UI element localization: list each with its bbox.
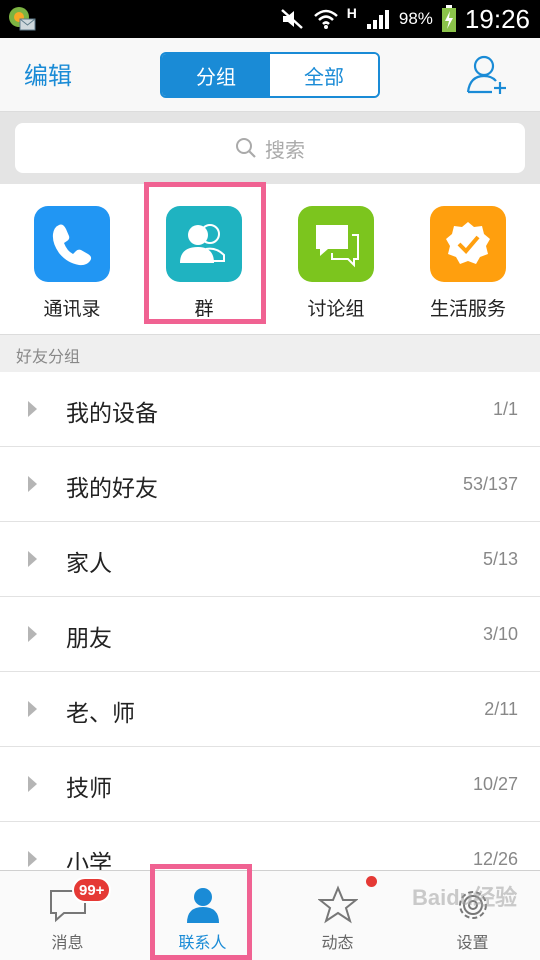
battery-percent: 98% bbox=[398, 9, 433, 28]
tab-messages[interactable]: 消息 99+ bbox=[0, 871, 135, 960]
quick-entries: 通讯录 群 讨论组 生活服务 bbox=[0, 182, 540, 334]
group-name: 家人 bbox=[66, 551, 112, 577]
group-count: 12/26 bbox=[472, 849, 518, 869]
group-name: 我的设备 bbox=[66, 401, 158, 427]
add-contact-button[interactable] bbox=[466, 54, 510, 96]
list-item[interactable]: 朋友 3/10 bbox=[0, 597, 540, 672]
group-count: 3/10 bbox=[482, 624, 518, 644]
group-count: 53/137 bbox=[462, 474, 518, 494]
clock: 19:26 bbox=[464, 3, 530, 34]
list-item[interactable]: 家人 5/13 bbox=[0, 522, 540, 597]
segment-all[interactable]: 全部 bbox=[270, 54, 378, 96]
network-type: H bbox=[346, 5, 357, 21]
view-segmented-control: 分组 全部 bbox=[160, 52, 380, 98]
list-item[interactable]: 老、师 2/11 bbox=[0, 672, 540, 747]
expand-arrow-icon bbox=[28, 551, 37, 567]
highlight-contacts-tab bbox=[150, 864, 252, 960]
entry-discussions-label: 讨论组 bbox=[307, 298, 365, 320]
unread-badge: 99+ bbox=[72, 877, 112, 903]
group-name: 我的好友 bbox=[66, 476, 158, 502]
badge-check-icon bbox=[430, 206, 506, 282]
list-item[interactable]: 我的好友 53/137 bbox=[0, 447, 540, 522]
list-item[interactable]: 我的设备 1/1 bbox=[0, 372, 540, 447]
highlight-groups-entry bbox=[144, 182, 266, 324]
search-placeholder: 搜索 bbox=[265, 137, 305, 162]
mute-icon bbox=[280, 9, 303, 29]
signal-icon bbox=[366, 10, 389, 29]
new-moments-dot bbox=[366, 876, 377, 887]
search-icon bbox=[236, 138, 256, 158]
entry-life-services[interactable]: 生活服务 bbox=[408, 206, 528, 321]
section-title: 好友分组 bbox=[16, 347, 81, 366]
expand-arrow-icon bbox=[28, 701, 37, 717]
group-count: 5/13 bbox=[482, 549, 518, 569]
group-count: 2/11 bbox=[484, 699, 518, 719]
wifi-icon bbox=[313, 9, 338, 29]
group-name: 老、师 bbox=[66, 701, 135, 727]
group-count: 10/27 bbox=[472, 774, 518, 794]
app-notification-icon bbox=[9, 7, 36, 31]
group-name: 技师 bbox=[66, 776, 112, 802]
expand-arrow-icon bbox=[28, 851, 37, 867]
add-user-icon bbox=[466, 55, 506, 94]
phone-icon bbox=[34, 206, 110, 282]
list-item[interactable]: 小学 12/26 bbox=[0, 822, 540, 870]
entry-contacts[interactable]: 通讯录 bbox=[12, 206, 132, 321]
search-bar: 搜索 bbox=[0, 112, 540, 184]
expand-arrow-icon bbox=[28, 476, 37, 492]
tab-moments-label: 动态 bbox=[321, 933, 354, 952]
top-bar: 编辑 分组 全部 bbox=[0, 38, 540, 112]
chat-bubbles-icon bbox=[298, 206, 374, 282]
watermark: Baidu经验 bbox=[412, 885, 518, 910]
segment-groups[interactable]: 分组 bbox=[162, 54, 270, 96]
section-header: 好友分组 bbox=[0, 334, 540, 372]
entry-discussions[interactable]: 讨论组 bbox=[276, 206, 396, 321]
group-name: 小学 bbox=[66, 851, 112, 870]
group-count: 1/1 bbox=[492, 399, 518, 419]
group-name: 朋友 bbox=[66, 626, 112, 652]
tab-moments[interactable]: 动态 bbox=[270, 871, 405, 960]
expand-arrow-icon bbox=[28, 401, 37, 417]
entry-life-services-label: 生活服务 bbox=[429, 298, 506, 320]
battery-icon bbox=[441, 5, 456, 32]
edit-button[interactable]: 编辑 bbox=[24, 56, 72, 91]
friend-group-list: 我的设备 1/1 我的好友 53/137 家人 5/13 朋友 3/10 老、师… bbox=[0, 372, 540, 870]
tab-settings-label: 设置 bbox=[456, 933, 489, 952]
star-icon bbox=[317, 885, 358, 924]
list-item[interactable]: 技师 10/27 bbox=[0, 747, 540, 822]
search-input[interactable]: 搜索 bbox=[15, 123, 525, 173]
status-bar: H 98% 19:26 bbox=[0, 0, 540, 38]
expand-arrow-icon bbox=[28, 776, 37, 792]
tab-messages-label: 消息 bbox=[51, 933, 84, 952]
expand-arrow-icon bbox=[28, 626, 37, 642]
entry-contacts-label: 通讯录 bbox=[43, 298, 101, 320]
